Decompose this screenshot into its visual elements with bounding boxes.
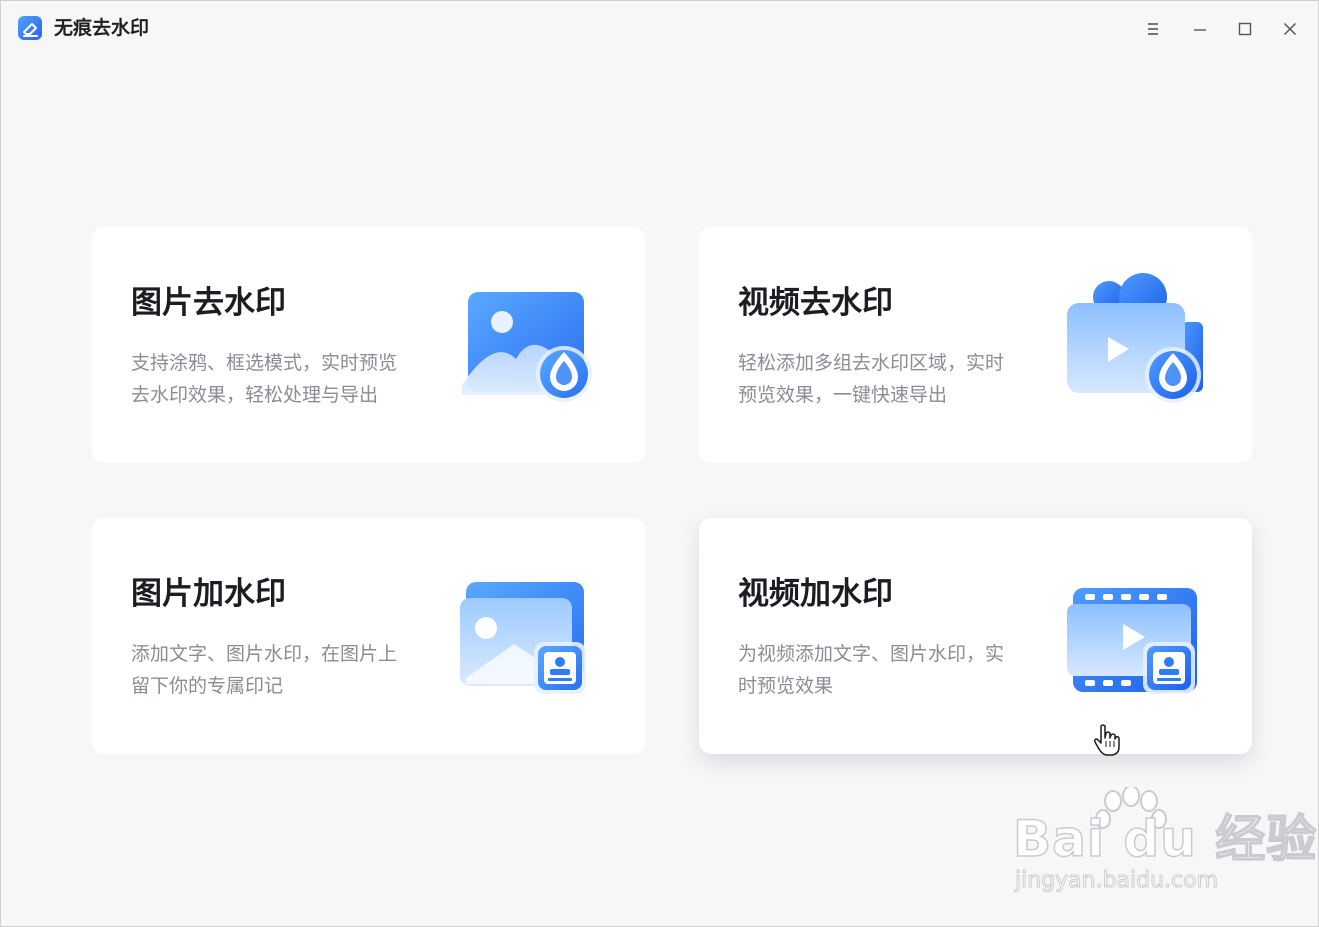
card-title: 视频加水印 xyxy=(738,576,893,612)
card-description-line: 去水印效果，轻松处理与导出 xyxy=(131,384,379,406)
card-description: 为视频添加文字、图片水印，实 时预览效果 xyxy=(738,638,1044,702)
card-description: 轻松添加多组去水印区域，实时 预览效果，一键快速导出 xyxy=(738,347,1044,411)
card-description: 添加文字、图片水印，在图片上 留下你的专属印记 xyxy=(131,638,437,702)
menu-button[interactable] xyxy=(1139,15,1167,43)
card-description-line: 预览效果，一键快速导出 xyxy=(738,384,948,406)
card-title: 图片去水印 xyxy=(131,285,286,321)
card-description-line: 时预览效果 xyxy=(738,675,834,697)
minimize-button[interactable] xyxy=(1186,15,1214,43)
close-icon xyxy=(1283,22,1297,36)
card-description-line: 为视频添加文字、图片水印，实 xyxy=(738,643,1005,665)
card-title: 视频去水印 xyxy=(738,285,893,321)
maximize-icon xyxy=(1238,22,1252,36)
card-image-add-watermark[interactable]: 图片加水印 添加文字、图片水印，在图片上 留下你的专属印记 xyxy=(92,518,645,754)
app-window: 无痕去水印 图片去水印 支持涂鸦、框选模式，实时预览 去水印效果，轻松处理与导出… xyxy=(0,0,1319,927)
video-remove-watermark-icon xyxy=(1067,273,1203,403)
video-add-watermark-icon xyxy=(1067,588,1197,694)
watermark-url-text: jingyan.baidu.com xyxy=(1014,868,1219,894)
hand-pointer-cursor-icon xyxy=(1094,724,1120,756)
image-remove-watermark-icon xyxy=(462,292,592,402)
minimize-icon xyxy=(1194,29,1206,31)
app-title: 无痕去水印 xyxy=(54,17,150,39)
eraser-app-icon xyxy=(18,16,42,40)
card-video-add-watermark[interactable]: 视频加水印 为视频添加文字、图片水印，实 时预览效果 xyxy=(699,518,1252,754)
card-description-line: 添加文字、图片水印，在图片上 xyxy=(131,643,398,665)
baidu-jingyan-watermark: Bai du 经验 jingyan.baidu.com xyxy=(1009,787,1317,897)
card-description-line: 支持涂鸦、框选模式，实时预览 xyxy=(131,352,398,374)
card-video-remove-watermark[interactable]: 视频去水印 轻松添加多组去水印区域，实时 预览效果，一键快速导出 xyxy=(699,227,1252,463)
card-description: 支持涂鸦、框选模式，实时预览 去水印效果，轻松处理与导出 xyxy=(131,347,437,411)
card-title: 图片加水印 xyxy=(131,576,286,612)
card-description-line: 轻松添加多组去水印区域，实时 xyxy=(738,352,1005,374)
close-button[interactable] xyxy=(1276,15,1304,43)
image-add-watermark-icon xyxy=(460,582,586,694)
title-bar: 无痕去水印 xyxy=(1,1,1318,57)
menu-icon xyxy=(1148,23,1158,35)
maximize-button[interactable] xyxy=(1231,15,1259,43)
card-image-remove-watermark[interactable]: 图片去水印 支持涂鸦、框选模式，实时预览 去水印效果，轻松处理与导出 xyxy=(92,227,645,463)
card-description-line: 留下你的专属印记 xyxy=(131,675,284,697)
watermark-brand-text: Bai du 经验 xyxy=(1012,809,1318,869)
